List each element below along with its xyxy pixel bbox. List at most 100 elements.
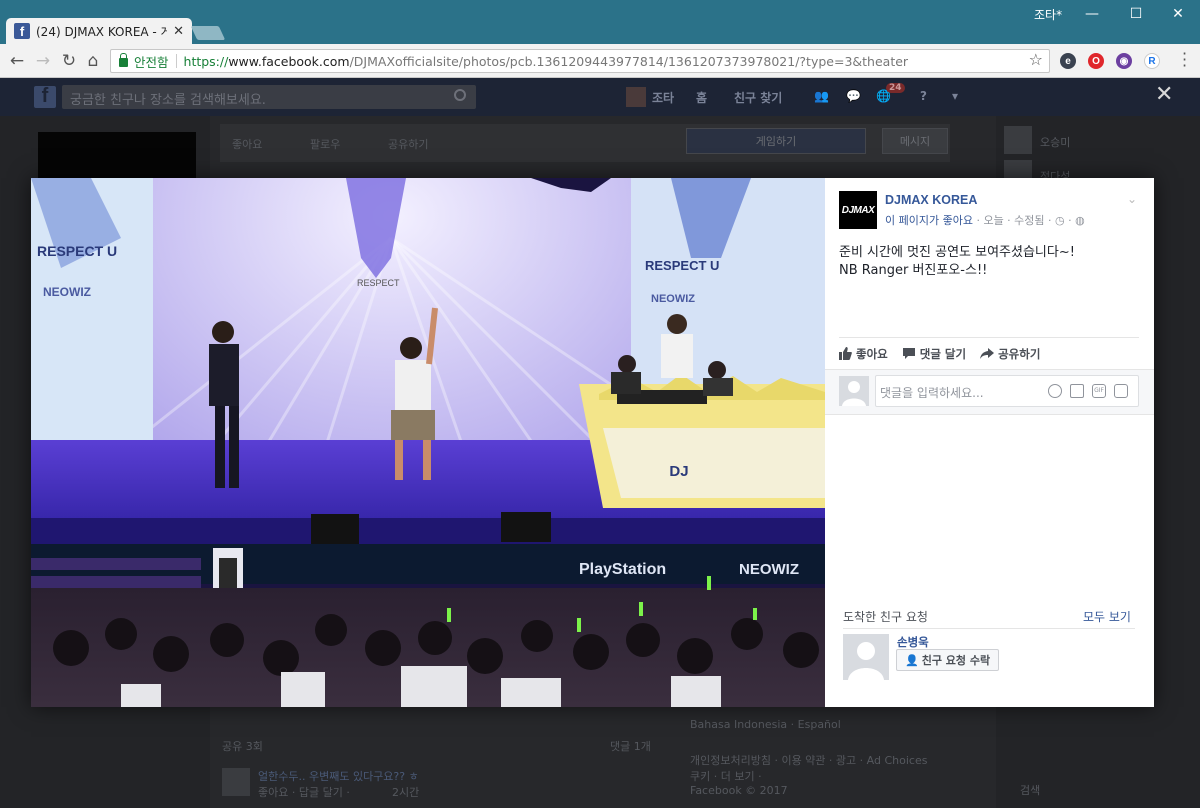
bg-footer-more: 쿠키 · 더 보기 ·: [690, 770, 762, 783]
friend-requests-header: 도착한 친구 요청: [843, 610, 928, 624]
page-name-link[interactable]: DJMAX KOREA: [885, 193, 977, 207]
browser-menu-icon[interactable]: · · ·: [1182, 46, 1187, 74]
window-close-icon[interactable]: ✕: [1168, 4, 1188, 24]
facebook-logo-icon[interactable]: f: [34, 85, 56, 108]
thumbs-up-icon: [839, 347, 852, 360]
messages-icon[interactable]: 💬: [846, 89, 861, 103]
help-icon[interactable]: ?: [920, 89, 927, 103]
extension-r-icon[interactable]: R: [1144, 53, 1160, 69]
browser-titlebar: f (24) DJMAX KOREA - 게 ✕ 조타* — ☐ ✕: [0, 0, 1200, 44]
tab-close-icon[interactable]: ✕: [173, 24, 184, 39]
extension-opera-icon[interactable]: O: [1088, 53, 1104, 69]
post-sidebar: DJMAX DJMAX KOREA 이 페이지가 좋아요 · 오늘 · 수정됨 …: [825, 178, 1154, 707]
post-text-line-1: 준비 시간에 멋진 공연도 보여주셨습니다~!: [839, 245, 1075, 260]
like-page-link[interactable]: 이 페이지가 좋아요: [885, 214, 973, 227]
event-photo[interactable]: RESPECT U NEOWIZ RESPECT RESPECT U NEOWI…: [31, 178, 825, 707]
post-action-row: 좋아요 댓글 달기 공유하기: [839, 337, 1139, 369]
home-icon[interactable]: ⌂: [82, 50, 104, 72]
comment-icon: [902, 348, 915, 359]
nav-home[interactable]: 홈: [696, 89, 707, 106]
new-tab-button[interactable]: [190, 26, 226, 40]
facebook-search-input[interactable]: 궁금한 친구나 장소를 검색해보세요.: [62, 85, 476, 109]
lock-icon: [119, 53, 128, 67]
bg-copyright: Facebook © 2017: [690, 784, 788, 797]
emoji-icon[interactable]: [1048, 384, 1062, 398]
gif-icon[interactable]: GIF: [1092, 384, 1106, 398]
share-button[interactable]: 공유하기: [980, 346, 1040, 362]
url-domain: www.facebook.com: [228, 53, 350, 69]
extension-purple-icon[interactable]: ◉: [1116, 53, 1132, 69]
bg-comment-time: 2시간: [392, 786, 420, 799]
bg-share-count: 공유 3회: [222, 740, 263, 753]
nav-find-friends[interactable]: 친구 찾기: [734, 89, 782, 106]
user-avatar: [839, 376, 869, 406]
svg-text:DJ: DJ: [669, 463, 688, 480]
bg-footer-links: 개인정보처리방침 · 이용 약관 · 광고 · Ad Choices: [690, 754, 928, 767]
neowiz-bottom-text: NEOWIZ: [739, 561, 799, 578]
back-arrow-icon[interactable]: ←: [6, 50, 28, 72]
browser-toolbar: ← → ↻ ⌂ 안전함 https:// www.facebook.com /D…: [0, 44, 1200, 78]
nav-avatar[interactable]: [626, 87, 646, 107]
bg-commenter-avatar: [222, 768, 250, 796]
bg-follow: 팔로우: [310, 138, 341, 151]
default-avatar-icon: [842, 381, 866, 406]
search-icon[interactable]: [454, 89, 466, 101]
like-button[interactable]: 좋아요: [839, 346, 888, 362]
comment-button[interactable]: 댓글 달기: [902, 346, 966, 362]
friend-request-avatar[interactable]: [843, 634, 889, 680]
camera-icon[interactable]: [1070, 384, 1084, 398]
friend-requests-icon[interactable]: 👥: [814, 89, 829, 103]
bookmark-star-icon[interactable]: ☆: [1029, 50, 1043, 69]
post-options-icon[interactable]: ⌄: [1127, 192, 1137, 206]
bg-comment-actions: 좋아요 · 답글 달기 ·: [258, 786, 350, 799]
omnibox-divider: [175, 54, 177, 68]
reload-icon[interactable]: ↻: [58, 50, 80, 72]
banner-left-text: RESPECT U: [37, 243, 117, 259]
post-text: 준비 시간에 멋진 공연도 보여주셨습니다~! NB Ranger 버진포오-스…: [839, 244, 1139, 280]
playstation-text: PlayStation: [579, 561, 666, 578]
url-path: /DJMAXofficialsite/photos/pcb.1361209443…: [349, 53, 909, 69]
add-friend-icon: 👤: [905, 653, 919, 667]
friend-request-name[interactable]: 손병욱: [897, 634, 929, 650]
post-meta-rest: · 오늘 · 수정됨 · ◷ · ◍: [972, 214, 1085, 227]
bg-share: 공유하기: [388, 138, 429, 151]
post-text-line-2: NB Ranger 버진포오-스!!: [839, 263, 988, 278]
page-avatar[interactable]: DJMAX: [839, 191, 877, 229]
sticker-icon[interactable]: [1114, 384, 1128, 398]
theater-close-icon[interactable]: ✕: [1155, 84, 1173, 106]
post-meta: 이 페이지가 좋아요 · 오늘 · 수정됨 · ◷ · ◍: [885, 212, 1085, 228]
address-bar[interactable]: 안전함 https:// www.facebook.com /DJMAXoffi…: [110, 49, 1050, 73]
accept-label: 친구 요청 수락: [921, 654, 991, 667]
profile-name[interactable]: 조타*: [1034, 6, 1062, 23]
cover-thumbnail-front: [38, 132, 196, 178]
bg-comment-preview: 얼한수두.. 우변째도 있다구요?? ㅎ: [258, 770, 419, 783]
tab-title: (24) DJMAX KOREA - 게: [36, 24, 168, 39]
friend-requests-divider: [843, 628, 1135, 629]
chat-avatar: [1004, 126, 1032, 154]
chat-search: 검색: [1020, 784, 1041, 797]
facebook-topbar: f 궁금한 친구나 장소를 검색해보세요. 조타 홈 친구 찾기 👥 💬 🌐 2…: [0, 78, 1200, 116]
account-menu-icon[interactable]: ▾: [952, 89, 958, 103]
see-all-link[interactable]: 모두 보기: [1083, 608, 1131, 625]
share-arrow-icon: [980, 348, 995, 359]
secure-label: 안전함: [134, 54, 169, 70]
bg-message-button: 메시지: [882, 128, 948, 154]
forward-arrow-icon[interactable]: →: [32, 50, 54, 72]
bg-comment-count: 댓글 1개: [610, 740, 651, 753]
minimize-icon[interactable]: —: [1082, 4, 1102, 24]
banner-right-sponsor: NEOWIZ: [651, 293, 695, 305]
maximize-icon[interactable]: ☐: [1126, 4, 1146, 24]
comment-label: 댓글 달기: [919, 346, 967, 361]
chat-name-1: 오승미: [1040, 136, 1071, 149]
nav-user[interactable]: 조타: [652, 89, 674, 106]
notification-badge: 24: [886, 83, 905, 93]
default-avatar-icon: [848, 642, 884, 680]
banner-left-sponsor: NEOWIZ: [43, 285, 91, 299]
accept-friend-request-button[interactable]: 👤 친구 요청 수락: [896, 649, 1000, 671]
comment-input[interactable]: 댓글을 입력하세요... GIF: [875, 375, 1139, 407]
bg-like: 좋아요: [232, 138, 263, 151]
extension-e-icon[interactable]: e: [1060, 53, 1076, 69]
comment-composer: 댓글을 입력하세요... GIF: [825, 369, 1154, 415]
banner-right-text: RESPECT U: [645, 258, 719, 273]
browser-tab[interactable]: f (24) DJMAX KOREA - 게 ✕: [6, 18, 192, 44]
